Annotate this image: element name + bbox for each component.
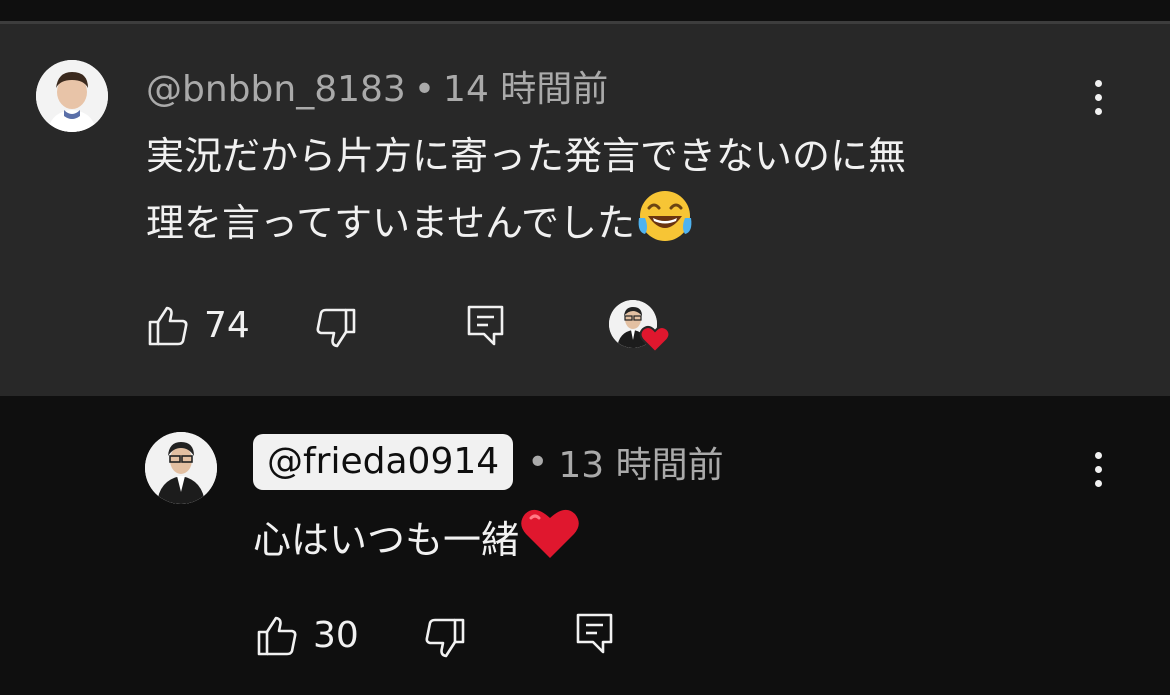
- more-dot: [1094, 93, 1102, 101]
- reply-button[interactable]: [575, 612, 615, 656]
- comment-reply-icon: [467, 305, 504, 346]
- reply-avatar[interactable]: [145, 432, 217, 504]
- creator-heart-badge: [609, 300, 673, 358]
- like-count: 30: [313, 615, 359, 656]
- timestamp[interactable]: 13 時間前: [558, 436, 723, 488]
- more-dot: [1094, 79, 1102, 87]
- red-heart-icon: [519, 504, 581, 581]
- like-button[interactable]: 30: [255, 614, 359, 658]
- reply-meta: @frieda0914 • 13 時間前: [253, 434, 724, 490]
- more-dot: [1094, 451, 1102, 459]
- timestamp[interactable]: 14 時間前: [443, 69, 608, 110]
- thumbs-up-icon: [257, 616, 297, 656]
- like-count: 74: [204, 305, 250, 346]
- meta-separator: •: [413, 69, 436, 110]
- avatar[interactable]: [36, 60, 108, 132]
- more-dot: [1094, 465, 1102, 473]
- thumbs-down-icon: [425, 618, 465, 658]
- reply-text-segment: 心はいつも一緒: [253, 518, 520, 562]
- mention-chip[interactable]: @frieda0914: [253, 434, 514, 490]
- like-button[interactable]: 74: [146, 304, 250, 348]
- thumbs-up-icon: [148, 306, 188, 346]
- more-dot: [1094, 479, 1102, 487]
- reply-text: 心はいつも一緒: [253, 504, 581, 581]
- meta-separator: •: [527, 441, 549, 483]
- comment-text-segment: 理を言ってすいませんでした: [146, 201, 636, 245]
- comment-meta: @bnbbn_8183 • 14 時間前: [146, 70, 608, 110]
- dislike-button[interactable]: [423, 616, 467, 660]
- heart-icon: [639, 325, 671, 354]
- dislike-button[interactable]: [314, 306, 358, 350]
- more-options-button[interactable]: [1083, 444, 1113, 494]
- comment-text-line: 理を言ってすいませんでした: [146, 188, 906, 263]
- comment-reply-icon: [576, 613, 613, 654]
- laughing-tears-icon: [635, 188, 695, 263]
- reply-button[interactable]: [466, 304, 506, 348]
- more-options-button[interactable]: [1083, 72, 1113, 122]
- author-name[interactable]: @bnbbn_8183: [146, 69, 406, 110]
- comments-panel: @bnbbn_8183 • 14 時間前 実況だから片方に寄った発言できないのに無 …: [0, 0, 1170, 695]
- comment-text: 実況だから片方に寄った発言できないのに無 理を言ってすいませんでした: [146, 124, 906, 263]
- comment-text-line: 実況だから片方に寄った発言できないのに無: [146, 134, 907, 178]
- more-dot: [1094, 107, 1102, 115]
- thumbs-down-icon: [316, 308, 356, 348]
